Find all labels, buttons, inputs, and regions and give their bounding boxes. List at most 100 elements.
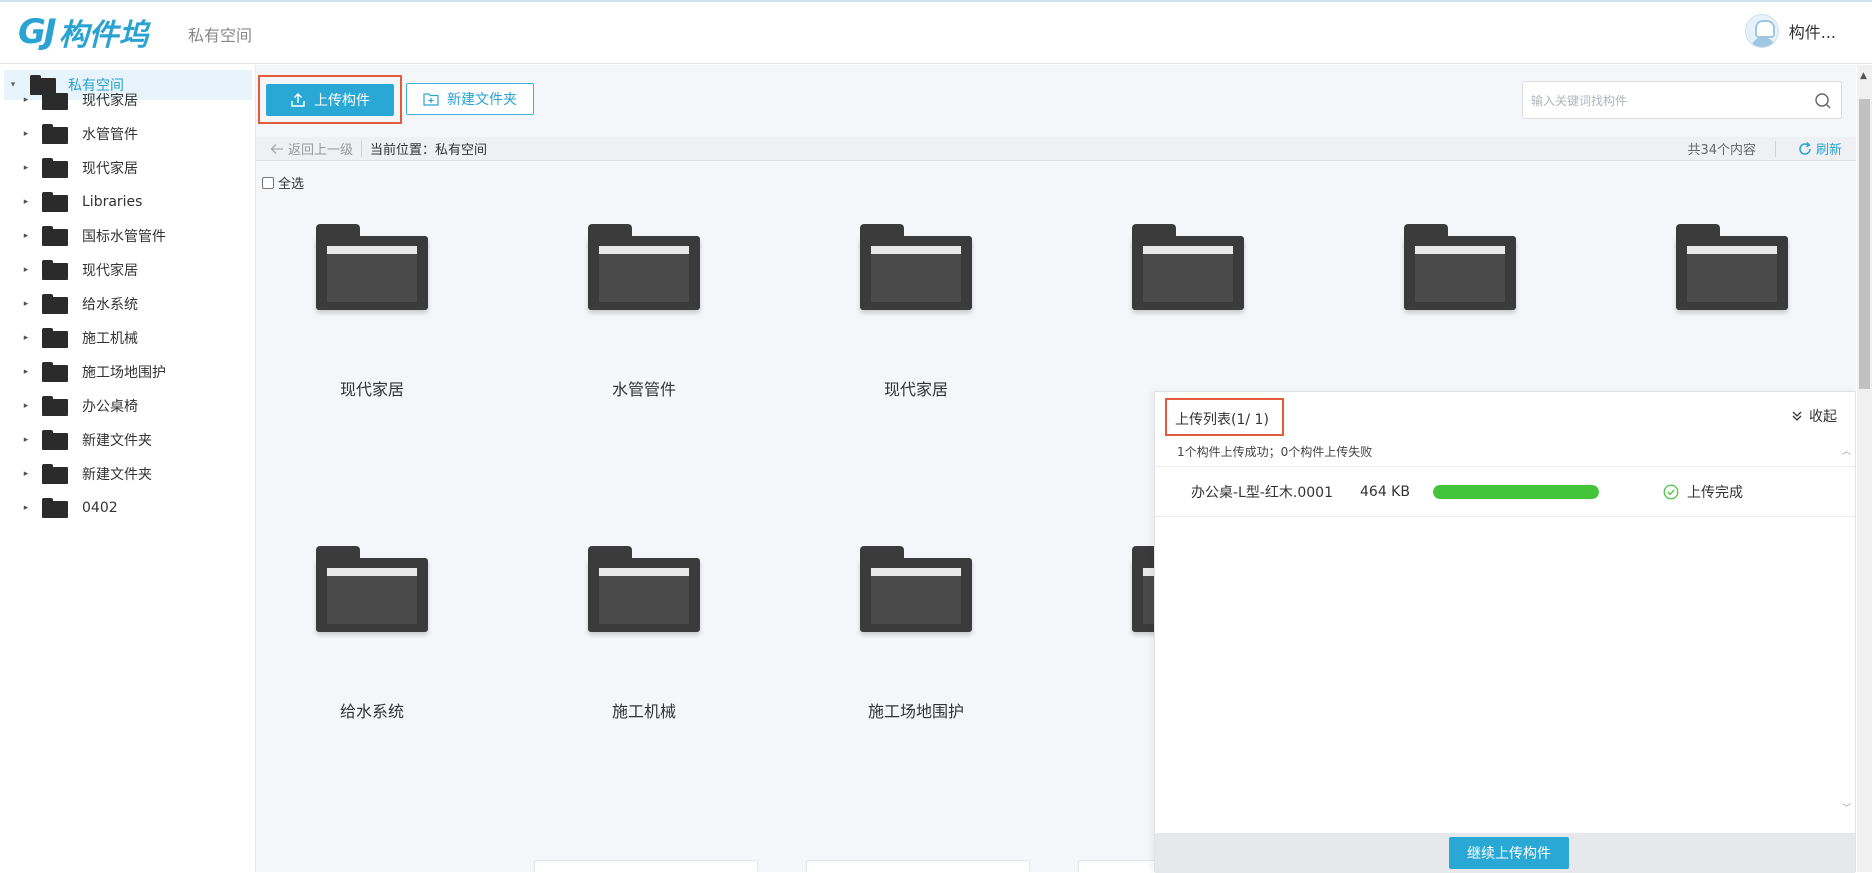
sidebar-folder-label: 施工机械 <box>82 331 138 347</box>
caret-right-icon[interactable]: ▸ <box>20 435 32 445</box>
panel-scrollbar[interactable]: ︿ ﹀ <box>1841 444 1853 814</box>
folder-card[interactable]: 现代家居 <box>816 224 1016 504</box>
caret-right-icon[interactable]: ▸ <box>20 265 32 275</box>
page-scrollbar[interactable]: ▲ <box>1857 65 1872 872</box>
folder-name[interactable]: 现代家居 <box>816 376 1016 400</box>
sidebar-folder-item[interactable]: ▸ 现代家居 <box>20 153 138 183</box>
caret-right-icon[interactable]: ▸ <box>20 95 32 105</box>
sidebar-folder-item[interactable]: ▸ 施工机械 <box>20 323 138 353</box>
folder-name[interactable]: 现代家居 <box>272 376 472 400</box>
logo[interactable]: GJ 构件坞 <box>18 12 149 53</box>
folder-icon[interactable] <box>860 546 972 632</box>
caret-down-icon[interactable]: ▾ <box>6 80 20 90</box>
scroll-up-icon[interactable]: ︿ <box>1842 444 1851 457</box>
folder-icon[interactable] <box>588 546 700 632</box>
check-circle-icon <box>1663 484 1679 499</box>
divider <box>1775 140 1776 157</box>
upload-summary: 1个构件上传成功；0个构件上传失败 <box>1177 445 1373 459</box>
sidebar-folder-item[interactable]: ▸ 给水系统 <box>20 289 138 319</box>
sidebar-folder-item[interactable]: ▸ 水管管件 <box>20 119 138 149</box>
sidebar-folder-label: 新建文件夹 <box>82 467 152 483</box>
folder-card-partial <box>806 860 1030 872</box>
user-menu[interactable]: 构件... <box>1744 14 1836 48</box>
folder-icon[interactable] <box>316 546 428 632</box>
upload-list-panel: 上传列表(1/ 1) 收起 1个构件上传成功；0个构件上传失败 办公桌-L型-红… <box>1154 391 1856 873</box>
upload-title-highlight-frame: 上传列表(1/ 1) <box>1165 398 1284 436</box>
folder-card[interactable]: 水管管件 <box>544 224 744 504</box>
scroll-up-icon[interactable]: ▲ <box>1860 71 1867 81</box>
folder-name[interactable]: 给水系统 <box>272 698 472 722</box>
folder-icon[interactable] <box>860 224 972 310</box>
folder-icon[interactable] <box>1404 224 1516 310</box>
caret-right-icon[interactable]: ▸ <box>20 367 32 377</box>
upload-file-row: 办公桌-L型-红木.0001 464 KB 上传完成 <box>1155 467 1855 517</box>
upload-progress-bar <box>1433 485 1599 499</box>
caret-right-icon[interactable]: ▸ <box>20 333 32 343</box>
folder-icon[interactable] <box>1132 224 1244 310</box>
upload-list-title: 上传列表(1/ 1) <box>1175 412 1269 428</box>
new-folder-icon <box>423 92 439 106</box>
upload-file-size: 464 KB <box>1360 483 1410 500</box>
upload-button[interactable]: 上传构件 <box>266 84 394 116</box>
collapse-button[interactable]: 收起 <box>1791 406 1837 426</box>
avatar[interactable] <box>1744 14 1779 48</box>
upload-status: 上传完成 <box>1663 482 1743 502</box>
search-input[interactable] <box>1531 90 1801 112</box>
folder-icon[interactable] <box>316 224 428 310</box>
upload-icon <box>290 92 306 108</box>
sidebar-folder-item[interactable]: ▸ 0402 <box>20 493 118 523</box>
folder-name[interactable]: 水管管件 <box>544 376 744 400</box>
sidebar-folder-item[interactable]: ▸ 现代家居 <box>20 255 138 285</box>
folder-icon <box>42 192 68 212</box>
sidebar-folder-label: 办公桌椅 <box>82 399 138 415</box>
folder-name[interactable]: 施工机械 <box>544 698 744 722</box>
folder-icon <box>42 396 68 416</box>
new-folder-button[interactable]: 新建文件夹 <box>406 83 534 115</box>
folder-icon[interactable] <box>1676 224 1788 310</box>
sidebar-folder-label: 给水系统 <box>82 297 138 313</box>
caret-right-icon[interactable]: ▸ <box>20 469 32 479</box>
folder-name[interactable]: 施工场地围护 <box>816 698 1016 722</box>
folder-icon <box>42 158 68 178</box>
sidebar-folder-item[interactable]: ▸ 国标水管管件 <box>20 221 166 251</box>
scroll-down-icon[interactable]: ﹀ <box>1842 801 1851 814</box>
sidebar-folder-item[interactable]: ▸ 现代家居 <box>20 85 138 115</box>
continue-upload-button[interactable]: 继续上传构件 <box>1449 837 1569 869</box>
folder-card[interactable]: 给水系统 <box>272 546 472 826</box>
select-all[interactable]: 全选 <box>262 173 304 192</box>
folder-card[interactable]: 施工机械 <box>544 546 744 826</box>
double-chevron-down-icon <box>1792 411 1802 421</box>
search-icon[interactable] <box>1813 91 1833 111</box>
new-folder-button-label: 新建文件夹 <box>447 92 517 108</box>
select-all-checkbox[interactable] <box>262 176 274 189</box>
folder-icon <box>42 90 68 110</box>
caret-right-icon[interactable]: ▸ <box>20 231 32 241</box>
caret-right-icon[interactable]: ▸ <box>20 129 32 139</box>
folder-card[interactable]: 施工场地围护 <box>816 546 1016 826</box>
caret-right-icon[interactable]: ▸ <box>20 197 32 207</box>
folder-icon <box>42 260 68 280</box>
sidebar-folder-item[interactable]: ▸ 新建文件夹 <box>20 425 152 455</box>
space-title: 私有空间 <box>188 26 253 45</box>
sidebar-folder-label: 现代家居 <box>82 161 138 177</box>
back-link[interactable]: 返回上一级 <box>270 139 353 158</box>
caret-right-icon[interactable]: ▸ <box>20 401 32 411</box>
folder-card[interactable]: 现代家居 <box>272 224 472 504</box>
refresh-button[interactable]: 刷新 <box>1798 139 1842 158</box>
sidebar-folder-item[interactable]: ▸ 新建文件夹 <box>20 459 152 489</box>
scrollbar-thumb[interactable] <box>1859 99 1870 389</box>
caret-right-icon[interactable]: ▸ <box>20 163 32 173</box>
folder-card-partial <box>534 860 758 872</box>
caret-right-icon[interactable]: ▸ <box>20 503 32 513</box>
sidebar-folder-item[interactable]: ▸ 办公桌椅 <box>20 391 138 421</box>
folder-icon <box>42 498 68 518</box>
user-name[interactable]: 构件... <box>1789 19 1836 43</box>
sidebar-folder-item[interactable]: ▸ Libraries <box>20 187 142 217</box>
folder-icon <box>42 464 68 484</box>
caret-right-icon[interactable]: ▸ <box>20 299 32 309</box>
sidebar-folder-item[interactable]: ▸ 施工场地围护 <box>20 357 166 387</box>
folder-icon <box>42 124 68 144</box>
search-box <box>1522 81 1842 119</box>
folder-icon <box>42 328 68 348</box>
folder-icon[interactable] <box>588 224 700 310</box>
